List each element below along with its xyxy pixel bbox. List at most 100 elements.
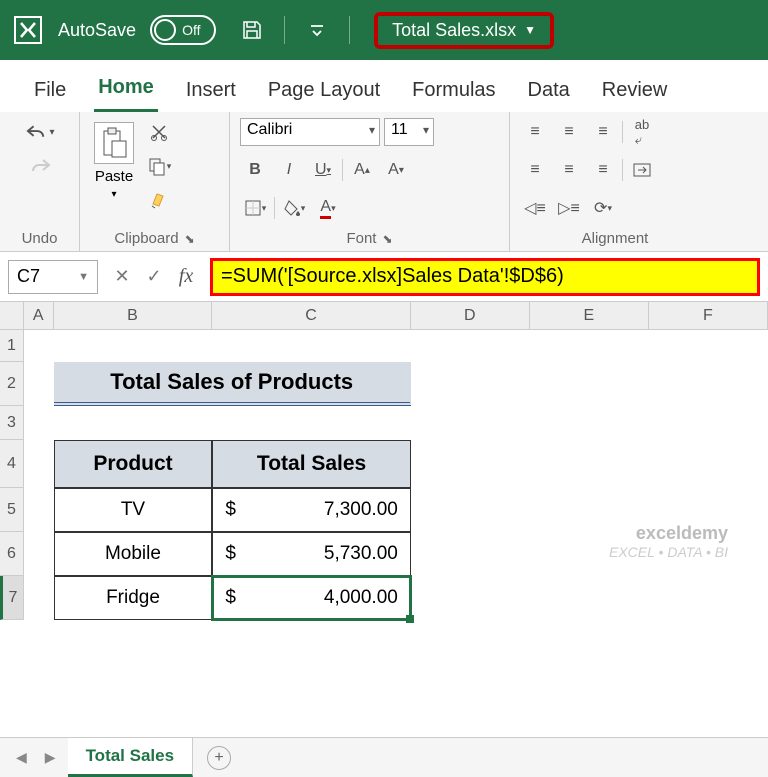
row-header[interactable]: 2 bbox=[0, 362, 24, 406]
align-bottom-button[interactable]: ≡ bbox=[588, 118, 618, 146]
undo-button[interactable]: ▾ bbox=[25, 118, 55, 146]
col-header[interactable]: D bbox=[411, 302, 530, 329]
table-header-product[interactable]: Product bbox=[54, 440, 213, 488]
cell[interactable] bbox=[530, 362, 649, 406]
wrap-text-button[interactable]: ab⤶ bbox=[627, 118, 657, 146]
decrease-indent-button[interactable]: ◁≡ bbox=[520, 194, 550, 222]
active-cell[interactable]: $4,000.00 bbox=[212, 576, 411, 620]
font-color-button[interactable]: A▾ bbox=[313, 194, 343, 222]
add-sheet-button[interactable]: + bbox=[207, 746, 231, 770]
tab-insert[interactable]: Insert bbox=[182, 73, 240, 112]
col-header[interactable]: A bbox=[24, 302, 54, 329]
row-header[interactable]: 4 bbox=[0, 440, 24, 488]
font-launcher-icon[interactable]: ⬊ bbox=[382, 232, 392, 246]
table-cell[interactable]: Fridge bbox=[54, 576, 213, 620]
copy-button[interactable]: ▾ bbox=[144, 152, 174, 180]
enter-formula-button[interactable]: ✓ bbox=[138, 260, 170, 294]
cell[interactable] bbox=[24, 330, 54, 362]
formula-input[interactable]: =SUM('[Source.xlsx]Sales Data'!$D$6) bbox=[210, 258, 760, 296]
underline-button[interactable]: U▾ bbox=[308, 156, 338, 184]
table-cell[interactable]: TV bbox=[54, 488, 213, 532]
cell[interactable] bbox=[411, 406, 530, 440]
customize-qat-icon[interactable] bbox=[303, 16, 331, 44]
cell[interactable] bbox=[212, 330, 410, 362]
orientation-button[interactable]: ⟳▾ bbox=[588, 194, 618, 222]
row-header[interactable]: 3 bbox=[0, 406, 24, 440]
save-icon[interactable] bbox=[238, 16, 266, 44]
filename[interactable]: Total Sales.xlsx bbox=[392, 20, 516, 41]
cell[interactable] bbox=[24, 532, 54, 576]
merge-button[interactable] bbox=[627, 156, 657, 184]
cell[interactable] bbox=[411, 440, 530, 488]
cell[interactable] bbox=[212, 406, 410, 440]
col-header[interactable]: F bbox=[649, 302, 768, 329]
align-right-button[interactable]: ≡ bbox=[588, 156, 618, 184]
insert-function-button[interactable]: fx bbox=[170, 260, 202, 294]
paste-button[interactable]: Paste ▾ bbox=[90, 118, 138, 204]
cell[interactable] bbox=[24, 488, 54, 532]
row-header[interactable]: 7 bbox=[0, 576, 24, 620]
font-size-select[interactable]: 11 bbox=[384, 118, 434, 146]
cell[interactable] bbox=[411, 362, 530, 406]
cell[interactable] bbox=[530, 576, 649, 620]
italic-button[interactable]: I bbox=[274, 156, 304, 184]
tab-data[interactable]: Data bbox=[524, 73, 574, 112]
tab-page-layout[interactable]: Page Layout bbox=[264, 73, 384, 112]
grow-font-button[interactable]: A▴ bbox=[347, 156, 377, 184]
row-header[interactable]: 1 bbox=[0, 330, 24, 362]
fill-color-button[interactable]: ▾ bbox=[279, 194, 309, 222]
align-top-button[interactable]: ≡ bbox=[520, 118, 550, 146]
table-header-sales[interactable]: Total Sales bbox=[212, 440, 410, 488]
namebox-dropdown-icon[interactable]: ▼ bbox=[78, 271, 89, 283]
redo-button[interactable] bbox=[25, 152, 55, 180]
filename-dropdown-icon[interactable]: ▼ bbox=[524, 23, 536, 37]
sheet-tab[interactable]: Total Sales bbox=[68, 738, 194, 777]
align-left-button[interactable]: ≡ bbox=[520, 156, 550, 184]
cell[interactable] bbox=[530, 440, 649, 488]
sheet-title[interactable]: Total Sales of Products bbox=[54, 362, 411, 406]
cell[interactable] bbox=[649, 576, 768, 620]
table-cell[interactable]: Mobile bbox=[54, 532, 213, 576]
sheet-prev-icon[interactable]: ◀ bbox=[10, 749, 33, 766]
name-box[interactable]: C7 ▼ bbox=[8, 260, 98, 294]
borders-button[interactable]: ▾ bbox=[240, 194, 270, 222]
tab-home[interactable]: Home bbox=[94, 70, 158, 112]
cell[interactable] bbox=[530, 406, 649, 440]
cell[interactable] bbox=[24, 440, 54, 488]
format-painter-button[interactable] bbox=[144, 186, 174, 214]
cell[interactable] bbox=[54, 406, 213, 440]
cancel-formula-button[interactable]: ✕ bbox=[106, 260, 138, 294]
bold-button[interactable]: B bbox=[240, 156, 270, 184]
cell[interactable] bbox=[411, 576, 530, 620]
cell[interactable] bbox=[649, 440, 768, 488]
cell[interactable] bbox=[411, 488, 530, 532]
cell[interactable] bbox=[24, 362, 54, 406]
cell[interactable] bbox=[649, 330, 768, 362]
col-header[interactable]: B bbox=[54, 302, 213, 329]
table-cell[interactable]: $5,730.00 bbox=[212, 532, 411, 576]
cell[interactable] bbox=[54, 330, 213, 362]
tab-formulas[interactable]: Formulas bbox=[408, 73, 499, 112]
cell[interactable] bbox=[649, 406, 768, 440]
row-header[interactable]: 5 bbox=[0, 488, 24, 532]
select-all-corner[interactable] bbox=[0, 302, 24, 329]
row-header[interactable]: 6 bbox=[0, 532, 24, 576]
cell[interactable] bbox=[411, 532, 530, 576]
cell[interactable] bbox=[411, 330, 530, 362]
table-cell[interactable]: $7,300.00 bbox=[212, 488, 411, 532]
cell[interactable] bbox=[649, 362, 768, 406]
tab-file[interactable]: File bbox=[30, 73, 70, 112]
cell[interactable] bbox=[24, 576, 54, 620]
col-header[interactable]: C bbox=[212, 302, 410, 329]
align-center-button[interactable]: ≡ bbox=[554, 156, 584, 184]
sheet-next-icon[interactable]: ▶ bbox=[39, 749, 62, 766]
shrink-font-button[interactable]: A▾ bbox=[381, 156, 411, 184]
tab-review[interactable]: Review bbox=[598, 73, 672, 112]
cell[interactable] bbox=[24, 406, 54, 440]
increase-indent-button[interactable]: ▷≡ bbox=[554, 194, 584, 222]
cell[interactable] bbox=[530, 330, 649, 362]
col-header[interactable]: E bbox=[530, 302, 649, 329]
cut-button[interactable] bbox=[144, 118, 174, 146]
align-middle-button[interactable]: ≡ bbox=[554, 118, 584, 146]
clipboard-launcher-icon[interactable]: ⬊ bbox=[185, 232, 195, 246]
